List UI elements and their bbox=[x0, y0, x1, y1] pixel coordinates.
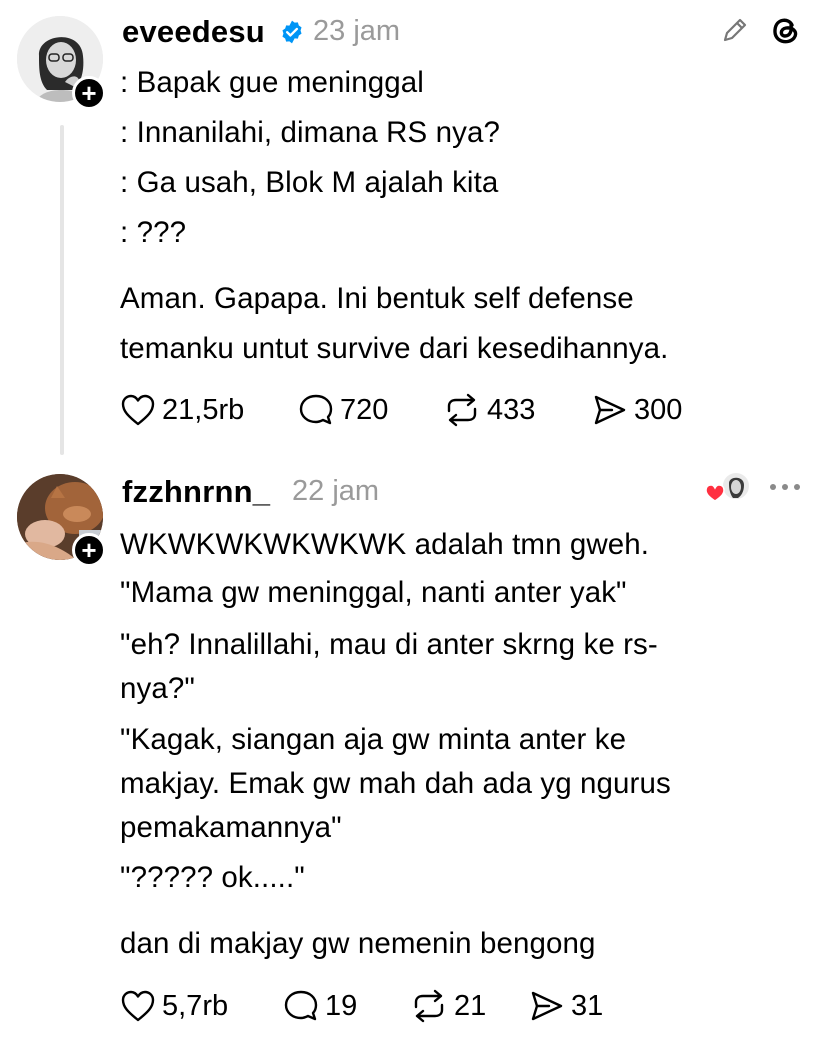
reply-button[interactable]: 720 bbox=[298, 393, 388, 427]
heart-icon bbox=[121, 394, 155, 426]
post-text-line: : Bapak gue meninggal bbox=[120, 66, 424, 99]
follow-plus-icon[interactable]: + bbox=[72, 533, 106, 567]
more-options-icon[interactable] bbox=[768, 480, 802, 499]
post-time: 23 jam bbox=[313, 15, 401, 47]
follow-plus-icon[interactable]: + bbox=[72, 76, 106, 110]
send-icon bbox=[594, 395, 626, 425]
post-text-line: "????? ok....." bbox=[120, 861, 305, 894]
post-text-line: dan di makjay gw nemenin bengong bbox=[120, 927, 596, 960]
repost-button[interactable]: 433 bbox=[443, 393, 535, 427]
post-text-line: pemakamannya" bbox=[120, 811, 342, 844]
comment-icon bbox=[299, 394, 333, 425]
post-text-line: "eh? Innalillahi, mau di anter skrng ke … bbox=[120, 628, 658, 661]
username[interactable]: fzzhnrnn_ bbox=[122, 474, 270, 510]
username[interactable]: eveedesu bbox=[122, 14, 265, 50]
post-text-line: nya?" bbox=[120, 672, 195, 705]
threads-logo-icon[interactable] bbox=[768, 12, 802, 53]
post-text-line: Aman. Gapapa. Ini bentuk self defense bbox=[120, 282, 634, 315]
post-time: 22 jam bbox=[292, 475, 380, 507]
repost-button[interactable]: 21 bbox=[410, 989, 486, 1023]
share-count: 31 bbox=[571, 989, 604, 1022]
repost-count: 21 bbox=[454, 989, 487, 1022]
comment-icon bbox=[284, 990, 318, 1021]
reply-count: 19 bbox=[325, 989, 358, 1022]
repost-icon bbox=[447, 393, 477, 427]
verified-badge-icon bbox=[279, 19, 305, 50]
post-text-line: WKWKWKWKWKWK adalah tmn gweh. bbox=[120, 528, 650, 561]
like-button[interactable]: 21,5rb bbox=[120, 393, 244, 427]
share-count: 300 bbox=[634, 393, 683, 426]
post-text-line: makjay. Emak gw mah dah ada yg ngurus bbox=[120, 767, 671, 800]
reply-count: 720 bbox=[340, 393, 389, 426]
post-text-line: "Mama gw meninggal, nanti anter yak" bbox=[120, 576, 627, 609]
post-text-line: : ??? bbox=[120, 216, 187, 249]
send-icon bbox=[531, 991, 563, 1021]
like-button[interactable]: 5,7rb bbox=[120, 989, 228, 1023]
edit-pencil-icon[interactable] bbox=[719, 14, 751, 51]
post-text-line: : Ga usah, Blok M ajalah kita bbox=[120, 166, 499, 199]
like-count: 21,5rb bbox=[162, 393, 245, 426]
post-text-line: "Kagak, siangan aja gw minta anter ke bbox=[120, 723, 627, 756]
share-button[interactable]: 300 bbox=[592, 393, 682, 427]
repost-icon bbox=[414, 989, 444, 1023]
repost-count: 433 bbox=[487, 393, 536, 426]
heart-icon bbox=[121, 990, 155, 1022]
liked-by-author-icon bbox=[704, 470, 752, 511]
reply-button[interactable]: 19 bbox=[283, 989, 357, 1023]
post-text-line: temanku untut survive dari kesedihannya. bbox=[120, 332, 669, 365]
like-count: 5,7rb bbox=[162, 989, 229, 1022]
post-text-line: : Innanilahi, dimana RS nya? bbox=[120, 116, 500, 149]
thread-connector-line bbox=[60, 125, 64, 455]
share-button[interactable]: 31 bbox=[529, 989, 603, 1023]
